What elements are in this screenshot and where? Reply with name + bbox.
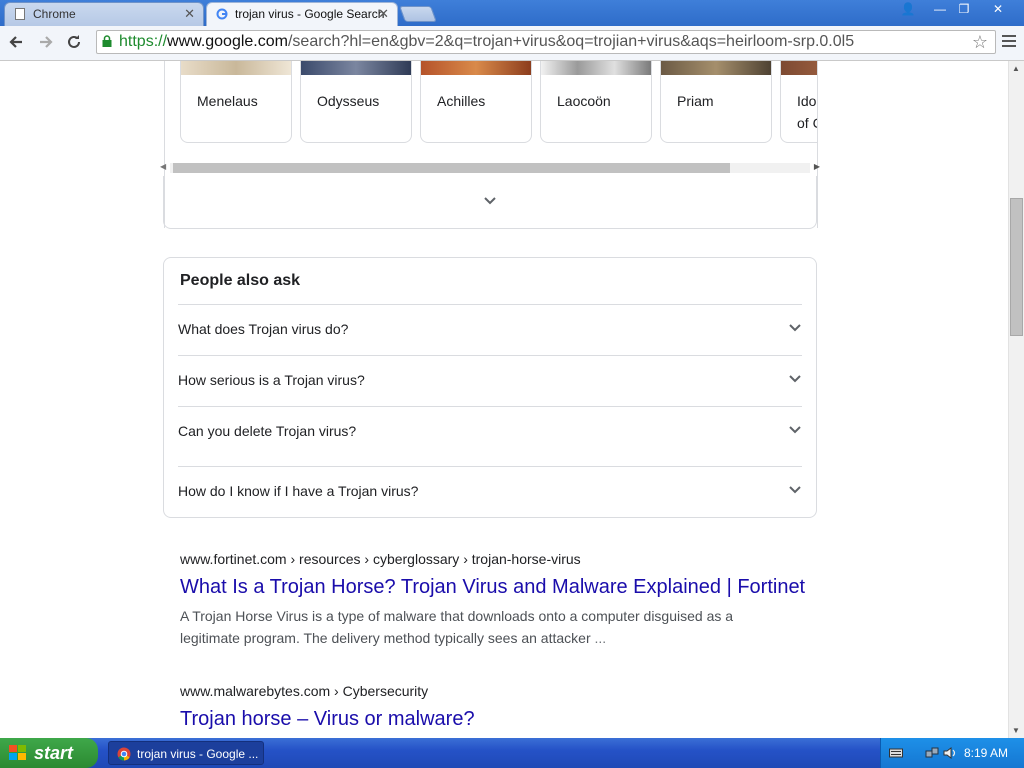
browser-toolbar: https://www.google.com/search?hl=en&gbv=…	[0, 26, 1024, 61]
chevron-down-icon	[789, 426, 801, 434]
page-scrollbar[interactable]: ▲ ▼	[1008, 61, 1024, 738]
question-text: How serious is a Trojan virus?	[178, 372, 365, 388]
reload-button[interactable]	[62, 30, 86, 54]
user-icon[interactable]: 👤	[896, 1, 920, 19]
url-scheme: https://	[119, 33, 168, 50]
result-title-link[interactable]: What Is a Trojan Horse? Trojan Virus and…	[180, 576, 805, 599]
paa-title: People also ask	[180, 272, 301, 289]
bookmark-star-icon[interactable]: ☆	[972, 30, 988, 54]
question-text: Can you delete Trojan virus?	[178, 423, 357, 439]
back-arrow-icon	[9, 36, 22, 48]
result-cite: www.fortinet.com › resources › cyberglos…	[180, 551, 581, 567]
minimize-button[interactable]: —	[928, 1, 952, 19]
card-image	[781, 61, 817, 75]
card-title: Menelaus	[197, 93, 258, 109]
carousel-card[interactable]: Idomeneus of Crete	[780, 61, 817, 143]
question-text: What does Trojan virus do?	[178, 321, 349, 337]
card-title: Idomeneus of Crete	[797, 93, 817, 131]
question-text: How do I know if I have a Trojan virus?	[178, 483, 419, 499]
url-path: /search?hl=en&gbv=2&q=trojan+virus&oq=tr…	[287, 33, 855, 50]
card-image	[181, 61, 291, 75]
tab-label: Chrome	[33, 7, 76, 21]
forward-button[interactable]	[34, 30, 58, 54]
card-image	[661, 61, 771, 75]
taskbar-item-chrome[interactable]: trojan virus - Google ...	[108, 741, 264, 765]
scroll-down-icon[interactable]: ▼	[1012, 726, 1020, 735]
system-tray: 8:19 AM	[880, 738, 1024, 768]
card-image	[541, 61, 651, 75]
volume-icon[interactable]	[943, 747, 957, 759]
start-label: start	[34, 743, 74, 763]
paa-question[interactable]: How serious is a Trojan virus?	[178, 355, 802, 406]
chrome-icon	[117, 747, 131, 761]
clock: 8:19 AM	[963, 746, 1008, 760]
card-title: Achilles	[437, 93, 486, 109]
carousel-card[interactable]: Menelaus	[180, 61, 292, 143]
scroll-up-icon[interactable]: ▲	[1012, 64, 1020, 73]
forward-arrow-icon	[40, 36, 53, 48]
google-icon	[216, 8, 228, 20]
tab-chrome[interactable]: Chrome ✕	[4, 2, 204, 26]
paa-question[interactable]: What does Trojan virus do?	[178, 304, 802, 355]
carousel-card[interactable]: Achilles	[420, 61, 532, 143]
tab-strip: Chrome ✕ trojan virus - Google Search ✕ …	[0, 0, 1024, 26]
scroll-left-icon[interactable]: ◀	[160, 162, 166, 171]
close-tab-icon[interactable]: ✕	[184, 3, 195, 25]
carousel-card[interactable]: Laocoön	[540, 61, 652, 143]
chrome-menu-icon[interactable]	[1002, 35, 1016, 49]
snippet-ellipsis: ...	[594, 630, 607, 646]
tab-label: trojan virus - Google Search	[235, 7, 385, 21]
carousel-expand[interactable]	[163, 176, 817, 229]
scrollbar-thumb[interactable]	[1010, 198, 1023, 336]
carousel-card[interactable]: Priam	[660, 61, 772, 143]
start-button[interactable]: start	[0, 738, 98, 768]
paa-question[interactable]: How do I know if I have a Trojan virus?	[178, 466, 802, 517]
result-title-link[interactable]: Trojan horse – Virus or malware?	[180, 708, 475, 731]
search-results-page: Menelaus Odysseus Achilles Laocoön Priam…	[0, 61, 1008, 738]
card-image	[301, 61, 411, 75]
close-window-button[interactable]: ✕	[986, 1, 1010, 19]
carousel-scrollbar[interactable]: ◀ ▶	[160, 161, 820, 175]
tab-google-search[interactable]: trojan virus - Google Search ✕	[206, 2, 398, 26]
snippet-text: A Trojan Horse Virus is a type of malwar…	[180, 608, 734, 646]
back-button[interactable]	[4, 30, 28, 54]
reload-icon	[68, 35, 80, 48]
page-icon	[15, 8, 25, 20]
close-tab-icon[interactable]: ✕	[378, 3, 389, 25]
result-snippet: A Trojan Horse Virus is a type of malwar…	[180, 605, 780, 649]
keyboard-icon[interactable]	[889, 747, 903, 759]
new-tab-button[interactable]	[399, 6, 437, 22]
address-bar[interactable]: https://www.google.com/search?hl=en&gbv=…	[96, 30, 996, 54]
scrollbar-thumb[interactable]	[173, 163, 730, 173]
restore-button[interactable]: ❐	[952, 1, 976, 19]
network-icon[interactable]	[925, 747, 939, 759]
chevron-down-icon	[484, 197, 496, 205]
chevron-down-icon	[789, 375, 801, 383]
card-title: Odysseus	[317, 93, 380, 109]
task-label: trojan virus - Google ...	[137, 747, 259, 761]
card-title: Laocoön	[557, 93, 611, 109]
card-image	[421, 61, 531, 75]
scroll-right-icon[interactable]: ▶	[814, 162, 820, 171]
url-host: www.google.com	[167, 33, 288, 50]
windows-flag-icon	[9, 745, 26, 760]
chevron-down-icon	[789, 324, 801, 332]
lock-icon	[102, 35, 112, 47]
result-cite: www.malwarebytes.com › Cybersecurity	[180, 683, 429, 699]
carousel-card[interactable]: Odysseus	[300, 61, 412, 143]
taskbar: start trojan virus - Google ... 8:19 AM	[0, 738, 1024, 768]
chevron-down-icon	[789, 486, 801, 494]
card-title: Priam	[677, 93, 714, 109]
people-also-ask: People also ask What does Trojan virus d…	[163, 257, 817, 518]
paa-question[interactable]: Can you delete Trojan virus?	[178, 406, 802, 457]
